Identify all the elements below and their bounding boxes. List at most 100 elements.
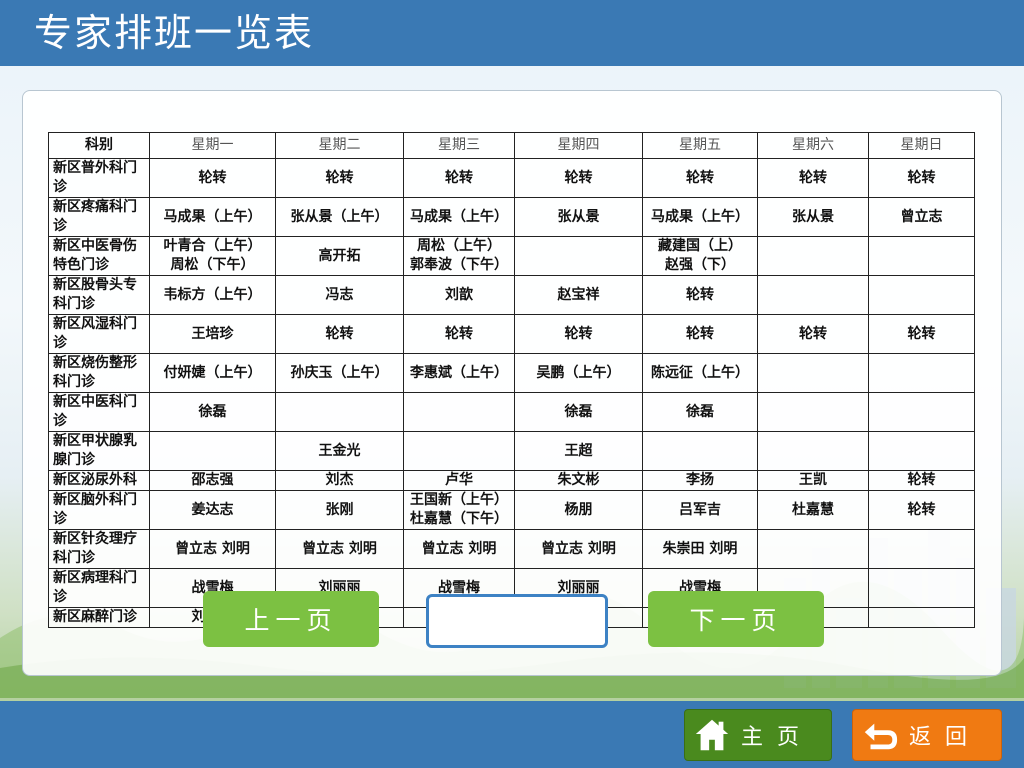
schedule-cell: 张刚 bbox=[275, 490, 404, 530]
schedule-cell bbox=[757, 431, 869, 471]
dept-cell: 新区风湿科门诊 bbox=[48, 314, 150, 354]
schedule-cell: 陈远征（上午） bbox=[642, 353, 758, 393]
schedule-cell bbox=[275, 392, 404, 432]
dept-cell: 新区烧伤整形科门诊 bbox=[48, 353, 150, 393]
schedule-cell bbox=[757, 353, 869, 393]
next-page-button[interactable]: 下一页 bbox=[648, 591, 824, 647]
home-button[interactable]: 主页 bbox=[684, 709, 832, 761]
column-header-day: 星期二 bbox=[275, 132, 404, 159]
schedule-cell: 曾立志 刘明 bbox=[149, 529, 276, 569]
schedule-cell: 轮转 bbox=[642, 314, 758, 354]
column-header-day: 星期三 bbox=[403, 132, 515, 159]
column-header-day: 星期日 bbox=[868, 132, 975, 159]
schedule-cell bbox=[868, 607, 975, 628]
table-row: 新区脑外科门诊 姜达志 张刚 王国新（上午） 杜嘉慧（下午） 杨朋 吕军吉 杜嘉慧 轮转 bbox=[48, 490, 975, 530]
schedule-cell: 王凯 bbox=[757, 470, 869, 491]
schedule-cell bbox=[403, 431, 515, 471]
schedule-cell: 周松（上午） 郭奉波（下午） bbox=[403, 236, 515, 276]
schedule-cell bbox=[757, 236, 869, 276]
table-row: 新区风湿科门诊 王培珍 轮转 轮转 轮转 轮转 轮转 轮转 bbox=[48, 314, 975, 354]
schedule-cell bbox=[868, 431, 975, 471]
header-bar: 专家排班一览表 bbox=[0, 0, 1024, 66]
schedule-cell: 高开拓 bbox=[275, 236, 404, 276]
dept-cell: 新区甲状腺乳腺门诊 bbox=[48, 431, 150, 471]
table-header-row: 科别 星期一 星期二 星期三 星期四 星期五 星期六 星期日 bbox=[48, 132, 975, 159]
schedule-cell: 轮转 bbox=[275, 314, 404, 354]
schedule-cell: 刘歆 bbox=[403, 275, 515, 315]
dept-cell: 新区病理科门诊 bbox=[48, 568, 150, 608]
schedule-cell bbox=[642, 431, 758, 471]
schedule-cell: 王培珍 bbox=[149, 314, 276, 354]
schedule-cell: 孙庆玉（上午） bbox=[275, 353, 404, 393]
schedule-cell: 徐磊 bbox=[149, 392, 276, 432]
prev-page-button[interactable]: 上一页 bbox=[203, 591, 379, 647]
column-header-day: 星期六 bbox=[757, 132, 869, 159]
dept-cell: 新区泌尿外科 bbox=[48, 470, 150, 491]
schedule-cell: 曾立志 刘明 bbox=[275, 529, 404, 569]
schedule-cell: 轮转 bbox=[514, 158, 643, 198]
table-row: 新区中医科门诊 徐磊 徐磊 徐磊 bbox=[48, 392, 975, 432]
dept-cell: 新区中医骨伤特色门诊 bbox=[48, 236, 150, 276]
schedule-cell: 张从景（上午） bbox=[275, 197, 404, 237]
schedule-cell: 轮转 bbox=[403, 314, 515, 354]
schedule-cell: 藏建国（上） 赵强（下） bbox=[642, 236, 758, 276]
table-row: 新区针灸理疗科门诊 曾立志 刘明 曾立志 刘明 曾立志 刘明 曾立志 刘明 朱崇田 刘明 bbox=[48, 529, 975, 569]
schedule-cell bbox=[868, 392, 975, 432]
schedule-cell bbox=[757, 392, 869, 432]
back-button[interactable]: 返回 bbox=[852, 709, 1002, 761]
schedule-cell: 轮转 bbox=[757, 314, 869, 354]
dept-cell: 新区针灸理疗科门诊 bbox=[48, 529, 150, 569]
schedule-cell: 王金光 bbox=[275, 431, 404, 471]
schedule-cell: 吕军吉 bbox=[642, 490, 758, 530]
schedule-cell: 马成果（上午） bbox=[403, 197, 515, 237]
schedule-cell: 朱崇田 刘明 bbox=[642, 529, 758, 569]
schedule-cell bbox=[149, 431, 276, 471]
table-row: 新区疼痛科门诊 马成果（上午） 张从景（上午） 马成果（上午） 张从景 马成果（上午） 张从… bbox=[48, 197, 975, 237]
schedule-cell: 吴鹏（上午） bbox=[514, 353, 643, 393]
schedule-cell: 轮转 bbox=[149, 158, 276, 198]
schedule-cell bbox=[868, 275, 975, 315]
schedule-cell: 轮转 bbox=[868, 470, 975, 491]
return-arrow-icon bbox=[864, 723, 898, 750]
schedule-cell: 朱文彬 bbox=[514, 470, 643, 491]
back-label: 返回 bbox=[909, 725, 982, 750]
dept-cell: 新区中医科门诊 bbox=[48, 392, 150, 432]
schedule-cell: 轮转 bbox=[868, 490, 975, 530]
home-icon bbox=[695, 719, 729, 751]
schedule-cell: 韦标方（上午） bbox=[149, 275, 276, 315]
schedule-cell: 邵志强 bbox=[149, 470, 276, 491]
table-row: 新区中医骨伤特色门诊 叶青合（上午） 周松（下午） 高开拓 周松（上午） 郭奉波（下午… bbox=[48, 236, 975, 276]
schedule-cell: 杜嘉慧 bbox=[757, 490, 869, 530]
schedule-cell: 卢华 bbox=[403, 470, 515, 491]
page-number-input[interactable] bbox=[426, 594, 608, 648]
column-header-day: 星期五 bbox=[642, 132, 758, 159]
schedule-cell bbox=[757, 275, 869, 315]
schedule-cell: 李扬 bbox=[642, 470, 758, 491]
dept-cell: 新区麻醉门诊 bbox=[48, 607, 150, 628]
schedule-cell: 张从景 bbox=[514, 197, 643, 237]
schedule-cell: 徐磊 bbox=[642, 392, 758, 432]
page-title: 专家排班一览表 bbox=[34, 11, 315, 55]
table-row: 新区普外科门诊 轮转 轮转 轮转 轮转 轮转 轮转 轮转 bbox=[48, 158, 975, 198]
footer-bar: 主页 返回 bbox=[0, 701, 1024, 768]
schedule-cell bbox=[868, 353, 975, 393]
schedule-cell: 曾立志 bbox=[868, 197, 975, 237]
table-row: 新区泌尿外科 邵志强 刘杰 卢华 朱文彬 李扬 王凯 轮转 bbox=[48, 470, 975, 491]
schedule-cell: 杨朋 bbox=[514, 490, 643, 530]
table-row: 新区烧伤整形科门诊 付妍婕（上午） 孙庆玉（上午） 李惠斌（上午） 吴鹏（上午） 陈远征（… bbox=[48, 353, 975, 393]
schedule-cell bbox=[868, 568, 975, 608]
schedule-cell bbox=[868, 236, 975, 276]
schedule-cell: 刘杰 bbox=[275, 470, 404, 491]
schedule-cell: 姜达志 bbox=[149, 490, 276, 530]
schedule-cell: 轮转 bbox=[642, 275, 758, 315]
schedule-cell bbox=[757, 529, 869, 569]
schedule-cell: 轮转 bbox=[868, 314, 975, 354]
schedule-cell bbox=[868, 529, 975, 569]
schedule-cell bbox=[403, 392, 515, 432]
schedule-cell: 轮转 bbox=[514, 314, 643, 354]
column-header-day: 星期四 bbox=[514, 132, 643, 159]
schedule-cell: 李惠斌（上午） bbox=[403, 353, 515, 393]
dept-cell: 新区脑外科门诊 bbox=[48, 490, 150, 530]
schedule-cell: 王国新（上午） 杜嘉慧（下午） bbox=[403, 490, 515, 530]
dept-cell: 新区股骨头专科门诊 bbox=[48, 275, 150, 315]
